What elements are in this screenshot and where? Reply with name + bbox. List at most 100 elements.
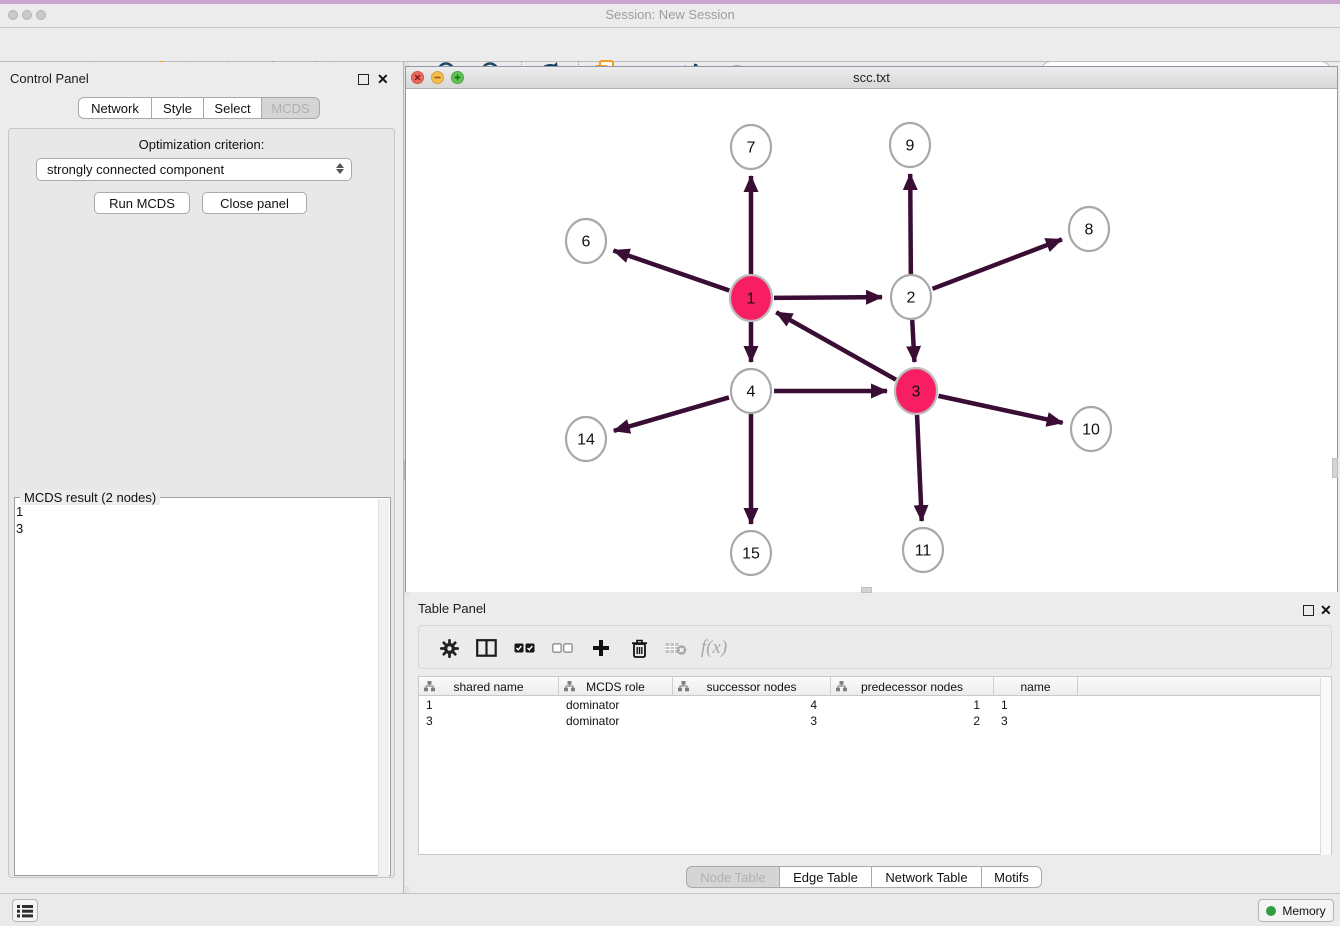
svg-text:4: 4	[747, 384, 756, 401]
table-cell[interactable]: 1	[419, 697, 559, 713]
tab-network[interactable]: Network	[78, 97, 152, 119]
column-header-name[interactable]: name	[994, 677, 1078, 696]
table-tabs: Node TableEdge TableNetwork TableMotifs	[686, 866, 1042, 888]
graph-edge-1-6[interactable]	[613, 250, 729, 290]
tab-motifs[interactable]: Motifs	[982, 866, 1042, 888]
mcds-result-title: MCDS result (2 nodes)	[20, 490, 160, 505]
result-line: 1	[16, 503, 23, 520]
delete-table-icon[interactable]	[659, 633, 693, 663]
graph-node-6[interactable]: 6	[566, 219, 606, 263]
table-cell[interactable]: 4	[673, 697, 831, 713]
table-cell[interactable]: 3	[994, 713, 1078, 729]
control-panel-tabs: NetworkStyleSelectMCDS	[78, 97, 320, 119]
function-builder-icon[interactable]: f(x)	[697, 633, 731, 663]
window-top-accent	[0, 0, 1340, 4]
deselect-checkboxes-icon[interactable]	[545, 633, 579, 663]
table-scrollbar[interactable]	[1320, 678, 1331, 855]
mcds-result-box[interactable]	[14, 497, 391, 876]
criterion-select-value: strongly connected component	[47, 162, 224, 177]
svg-text:15: 15	[742, 546, 760, 563]
table-cell[interactable]: 1	[994, 697, 1078, 713]
select-stepper-icon	[336, 163, 344, 174]
table-row[interactable]: 3dominator323	[419, 713, 1331, 729]
table-toolbar: f(x)	[418, 625, 1332, 669]
table-cell[interactable]: dominator	[559, 713, 673, 729]
node-table: shared nameMCDS rolesuccessor nodesprede…	[418, 676, 1332, 855]
float-table-panel-icon[interactable]	[1303, 605, 1314, 616]
criterion-select[interactable]: strongly connected component	[36, 158, 352, 181]
graph-node-1[interactable]: 1	[730, 275, 772, 321]
memory-status-icon	[1266, 906, 1276, 916]
svg-text:14: 14	[577, 432, 595, 449]
right-splitter-handle[interactable]	[1332, 458, 1338, 478]
svg-text:10: 10	[1082, 422, 1100, 439]
gear-icon[interactable]	[432, 633, 466, 663]
memory-button[interactable]: Memory	[1258, 899, 1334, 922]
graph-edge-4-14[interactable]	[614, 397, 729, 430]
graph-node-14[interactable]: 14	[566, 417, 606, 461]
float-panel-icon[interactable]	[358, 74, 369, 85]
task-history-button[interactable]	[12, 899, 38, 922]
network-window-title: scc.txt	[406, 70, 1337, 85]
table-cell[interactable]: 2	[831, 713, 994, 729]
column-header-MCDS-role[interactable]: MCDS role	[559, 677, 673, 696]
result-line: 3	[16, 520, 23, 537]
status-bar: Memory	[0, 893, 1340, 926]
split-columns-icon[interactable]	[469, 633, 503, 663]
tab-select[interactable]: Select	[204, 97, 262, 119]
window-title: Session: New Session	[0, 7, 1340, 22]
graph-node-8[interactable]: 8	[1069, 207, 1109, 251]
table-cell[interactable]: dominator	[559, 697, 673, 713]
tab-network-table[interactable]: Network Table	[872, 866, 982, 888]
list-icon	[17, 904, 33, 918]
graph-node-10[interactable]: 10	[1071, 407, 1111, 451]
table-cell[interactable]: 3	[419, 713, 559, 729]
graph-edge-2-9[interactable]	[910, 174, 911, 274]
tab-mcds[interactable]: MCDS	[262, 97, 320, 119]
window-titlebar: Session: New Session	[0, 0, 1340, 28]
select-all-checkboxes-icon[interactable]	[507, 633, 541, 663]
result-scrollbar[interactable]	[378, 499, 389, 876]
graph-edge-3-10[interactable]	[938, 396, 1062, 423]
close-table-panel-icon[interactable]: ✕	[1320, 605, 1332, 616]
svg-text:7: 7	[747, 140, 756, 157]
graph-edge-2-3[interactable]	[912, 320, 914, 362]
graph-node-2[interactable]: 2	[891, 275, 931, 319]
graph-node-9[interactable]: 9	[890, 123, 930, 167]
column-header-shared-name[interactable]: shared name	[419, 677, 559, 696]
optimization-criterion-label: Optimization criterion:	[8, 137, 395, 152]
network-canvas[interactable]: 7 9 6 8 1 2 4 3 14 10 15 11	[406, 89, 1337, 592]
table-header-row: shared nameMCDS rolesuccessor nodesprede…	[419, 677, 1331, 696]
table-cell[interactable]: 3	[673, 713, 831, 729]
graph-edge-2-8[interactable]	[932, 239, 1061, 288]
graph-node-15[interactable]: 15	[731, 531, 771, 575]
graph-edge-3-1[interactable]	[776, 312, 896, 379]
app-window: Session: New Session	[0, 0, 1340, 926]
graph-node-7[interactable]: 7	[731, 125, 771, 169]
svg-text:9: 9	[906, 138, 915, 155]
svg-text:2: 2	[907, 290, 916, 307]
tab-edge-table[interactable]: Edge Table	[780, 866, 872, 888]
graph-node-11[interactable]: 11	[903, 528, 943, 572]
column-header-successor-nodes[interactable]: successor nodes	[673, 677, 831, 696]
graph-edge-3-11[interactable]	[917, 414, 922, 521]
tab-node-table[interactable]: Node Table	[686, 866, 780, 888]
network-window-titlebar: scc.txt	[406, 67, 1337, 89]
svg-text:8: 8	[1085, 222, 1094, 239]
graph-node-3[interactable]: 3	[895, 368, 937, 414]
svg-text:3: 3	[912, 384, 921, 401]
svg-text:6: 6	[582, 234, 591, 251]
delete-icon[interactable]	[622, 633, 656, 663]
control-panel: Control Panel ✕ NetworkStyleSelectMCDS O…	[0, 62, 404, 893]
tab-style[interactable]: Style	[152, 97, 204, 119]
column-header-predecessor-nodes[interactable]: predecessor nodes	[831, 677, 994, 696]
table-cell[interactable]: 1	[831, 697, 994, 713]
graph-edge-1-2[interactable]	[774, 297, 882, 298]
add-column-icon[interactable]	[584, 633, 618, 663]
run-mcds-button[interactable]: Run MCDS	[94, 192, 190, 214]
close-panel-button[interactable]: Close panel	[202, 192, 307, 214]
close-panel-icon[interactable]: ✕	[377, 74, 389, 85]
graph-node-4[interactable]: 4	[731, 369, 771, 413]
table-row[interactable]: 1dominator411	[419, 697, 1331, 713]
horizontal-splitter-handle[interactable]	[861, 587, 872, 593]
